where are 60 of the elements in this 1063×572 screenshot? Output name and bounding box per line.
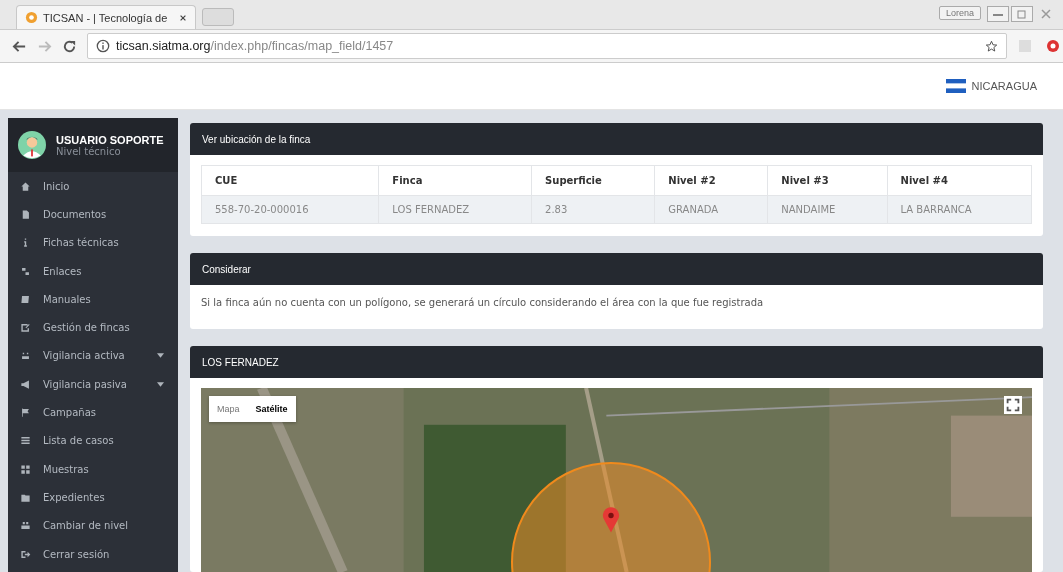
map-type-button[interactable]: Satélite (247, 396, 296, 422)
table-cell: LOS FERNADEZ (378, 195, 532, 224)
logout-icon (20, 548, 31, 560)
column-header: Superficie (531, 165, 655, 196)
column-header: CUE (201, 165, 379, 196)
sidebar-item[interactable]: Expedientes (8, 483, 178, 512)
avatar-icon (18, 131, 46, 159)
home-icon (20, 180, 31, 192)
minimize-icon[interactable] (987, 6, 1009, 22)
close-icon[interactable] (179, 13, 187, 22)
user-level: Nivel técnico (56, 145, 122, 157)
location-pin-icon[interactable] (602, 506, 620, 534)
column-header: Nivel #2 (654, 165, 768, 196)
sidebar-item[interactable]: Campañas (8, 398, 178, 427)
table-cell: GRANADA (654, 195, 768, 224)
sidebar-item[interactable]: Gestión de fincas (8, 313, 178, 342)
column-header: Nivel #4 (887, 165, 1032, 196)
sidebar-item[interactable]: Documentos (8, 200, 178, 229)
sidebar-item[interactable]: Fichas técnicas (8, 228, 178, 257)
panel-title: Considerar (202, 263, 251, 275)
sidebar-item[interactable]: Muestras (8, 454, 178, 484)
column-header: Finca (378, 165, 532, 196)
flag-icon (945, 79, 966, 93)
sidebar-item[interactable]: Cambiar de nivel (8, 511, 178, 540)
sidebar-item[interactable]: Vigilancia pasiva (8, 370, 178, 399)
table-cell: NANDAIME (767, 195, 888, 224)
tab-title: TICSAN - | Tecnología de (43, 11, 168, 24)
address-field[interactable]: ticsan.siatma.org/index.php/fincas/map_field/1457 (87, 33, 1007, 59)
star-icon[interactable] (985, 39, 998, 53)
profile-button[interactable]: Lorena (938, 6, 981, 20)
user-name: USUARIO SOPORTE (56, 133, 164, 146)
table-cell: LA BARRANCA (887, 195, 1032, 224)
url-text: ticsan.siatma.org/index.php/fincas/map_field/1457 (116, 39, 394, 53)
fullscreen-icon[interactable] (1004, 396, 1022, 414)
list-icon (20, 435, 31, 447)
satellite-map[interactable]: Mapa Satélite (201, 388, 1032, 572)
sidebar-item[interactable]: Vigilancia activa (8, 341, 178, 371)
note-text: Si la finca aún no cuenta con un polígono, se generará un círculo considerando el área con la que fue registrada (201, 297, 764, 308)
grid-icon (20, 463, 31, 475)
flag-icon (20, 407, 31, 418)
map-type-button[interactable]: Mapa (209, 396, 248, 422)
sidebar-item[interactable]: Cerrar sesión (8, 539, 178, 569)
site-logo-icon (25, 11, 38, 24)
table-cell: 2.83 (531, 195, 655, 224)
book-icon (20, 293, 31, 305)
panel-title: LOS FERNADEZ (202, 356, 279, 368)
edit-icon (20, 322, 31, 334)
info-icon[interactable] (96, 39, 110, 53)
megaphone-icon (20, 378, 31, 390)
reload-icon[interactable] (62, 38, 77, 54)
column-header: Nivel #3 (767, 165, 888, 196)
table-cell: 558-70-20-000016 (201, 195, 379, 224)
sidebar-item[interactable]: Inicio (8, 172, 178, 201)
sidebar-item[interactable]: Lista de casos (8, 426, 178, 455)
sidebar-item[interactable]: Manuales (8, 285, 178, 314)
browser-tab[interactable]: TICSAN - | Tecnología de (16, 5, 196, 29)
sidebar-item[interactable]: Enlaces (8, 256, 178, 286)
document-icon (20, 208, 31, 220)
country-label[interactable]: NICARAGUA (971, 80, 1037, 92)
panel-title: Ver ubicación de la finca (202, 133, 311, 145)
